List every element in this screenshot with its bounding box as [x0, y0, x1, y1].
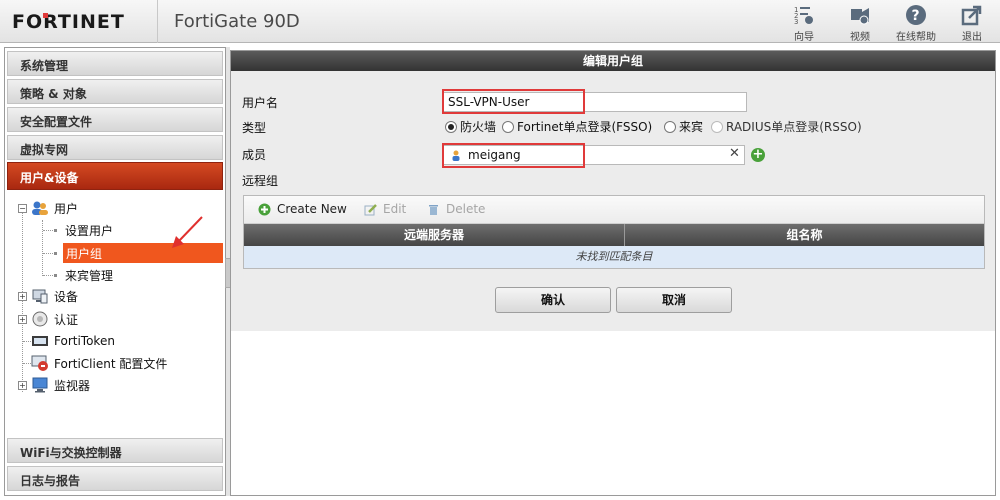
help-icon: ?	[906, 5, 926, 25]
expand-monitor-toggle[interactable]: +	[18, 381, 27, 390]
add-member-icon[interactable]: +	[751, 148, 765, 162]
users-icon	[32, 201, 48, 215]
type-firewall-radio[interactable]: 防火墙	[445, 118, 496, 135]
remote-groups-table: Create New Edit Delete 远端服务器 组名称 未找到匹配条目	[243, 195, 985, 269]
tree-user-definition-label: 设置用户	[65, 223, 114, 238]
tree-monitor-label: 监视器	[54, 378, 91, 393]
cancel-button[interactable]: 取消	[616, 287, 732, 313]
highlight-box-member	[442, 143, 585, 168]
empty-row: 未找到匹配条目	[244, 246, 984, 268]
nav-vpn[interactable]: 虚拟专网	[7, 135, 223, 160]
members-label: 成员	[242, 148, 267, 162]
nav-log-report[interactable]: 日志与报告	[7, 466, 223, 491]
device-model: FortiGate 90D	[174, 11, 300, 32]
expand-auth-toggle[interactable]: +	[18, 315, 27, 324]
tree-forticlient-profile[interactable]: FortiClient 配置文件	[31, 353, 167, 373]
create-new-button[interactable]: Create New	[258, 202, 347, 216]
plus-circle-icon	[258, 203, 271, 215]
create-new-label: Create New	[277, 202, 347, 216]
radio-indicator	[502, 120, 514, 133]
tree-guest-management[interactable]: 来宾管理	[65, 265, 113, 285]
tree-authentication[interactable]: 认证	[31, 309, 78, 329]
nav-system-admin[interactable]: 系统管理	[7, 51, 223, 76]
device-icon	[32, 289, 48, 304]
type-guest-label: 来宾	[679, 120, 704, 134]
type-rsso-label: RADIUS单点登录(RSSO)	[726, 120, 862, 134]
fortitoken-icon	[32, 336, 48, 346]
highlight-box-name	[442, 89, 585, 114]
nav-security-profiles[interactable]: 安全配置文件	[7, 107, 223, 132]
tree-fortitoken[interactable]: FortiToken	[31, 331, 115, 351]
type-firewall-label: 防火墙	[460, 120, 497, 134]
type-label: 类型	[242, 121, 267, 135]
delete-label: Delete	[446, 202, 486, 216]
nav-wifi-switch[interactable]: WiFi与交换控制器	[7, 438, 223, 463]
tree-forticlient-profile-label: FortiClient 配置文件	[54, 356, 168, 371]
table-header: 远端服务器 组名称	[244, 224, 984, 246]
tree-user[interactable]: 用户	[31, 198, 78, 218]
wizard-button[interactable]: 1 2 3 向导	[779, 4, 829, 43]
fortinet-logo: FORTINET	[12, 11, 125, 32]
panel-title: 编辑用户组	[231, 51, 995, 71]
tree-fortitoken-label: FortiToken	[54, 334, 115, 348]
forticlient-icon	[31, 355, 48, 371]
tree-user-definition[interactable]: 设置用户	[65, 220, 113, 240]
header-divider	[157, 0, 158, 43]
radio-indicator	[711, 120, 723, 133]
delete-button[interactable]: Delete	[427, 202, 485, 216]
nav-policy-objects[interactable]: 策略 & 对象	[7, 79, 223, 104]
radio-indicator	[664, 120, 676, 133]
wizard-icon: 1 2 3	[794, 6, 813, 26]
expand-device-toggle[interactable]: +	[18, 292, 27, 301]
video-button[interactable]: 视频	[835, 4, 885, 43]
type-fsso-radio[interactable]: Fortinet单点登录(FSSO)	[502, 118, 652, 135]
edit-button[interactable]: Edit	[364, 202, 406, 216]
column-remote-server[interactable]: 远端服务器	[244, 224, 625, 246]
edit-label: Edit	[383, 202, 407, 216]
tree-device-label: 设备	[54, 289, 79, 304]
trash-icon	[429, 204, 438, 215]
logout-icon	[961, 5, 982, 26]
tree-user-group-label: 用户组	[66, 246, 103, 261]
tree-user-label: 用户	[54, 201, 79, 216]
svg-text:3: 3	[794, 18, 798, 26]
remove-member-icon[interactable]: ✕	[729, 146, 740, 161]
monitor-icon	[32, 377, 48, 393]
pencil-icon	[364, 203, 377, 215]
edit-user-group-panel: 编辑用户组 用户名 SSL-VPN-User 类型 防火墙 Fortinet单点…	[230, 50, 996, 496]
tree-guest-management-label: 来宾管理	[65, 268, 114, 283]
remote-groups-label: 远程组	[242, 174, 279, 188]
type-rsso-radio[interactable]: RADIUS单点登录(RSSO)	[711, 118, 862, 135]
ok-button[interactable]: 确认	[495, 287, 611, 313]
group-name-label: 用户名	[242, 96, 279, 110]
annotation-arrow	[172, 216, 203, 248]
form-area: 用户名 SSL-VPN-User 类型 防火墙 Fortinet单点登录(FSS…	[231, 71, 995, 331]
column-group-name[interactable]: 组名称	[625, 224, 984, 246]
top-header: FORTINET FortiGate 90D 1 2 3 向导 视频 ? 在线帮…	[0, 0, 1000, 43]
expand-user-toggle[interactable]: −	[18, 204, 27, 213]
svg-text:?: ?	[912, 8, 920, 24]
svg-text:FORTINET: FORTINET	[12, 11, 125, 32]
video-icon	[851, 8, 869, 25]
tree-device[interactable]: 设备	[31, 286, 78, 306]
tree-monitor[interactable]: 监视器	[31, 375, 90, 395]
table-toolbar: Create New Edit Delete	[244, 196, 984, 224]
sidebar: 系统管理 策略 & 对象 安全配置文件 虚拟专网 用户&设备 − 用户 设置用户…	[4, 47, 226, 496]
logout-button[interactable]: 退出	[947, 4, 997, 43]
tree-authentication-label: 认证	[54, 312, 79, 327]
nav-user-device[interactable]: 用户&设备	[7, 162, 223, 190]
radio-selected-indicator	[445, 120, 457, 133]
type-fsso-label: Fortinet单点登录(FSSO)	[517, 120, 653, 134]
authentication-icon	[32, 311, 48, 327]
type-guest-radio[interactable]: 来宾	[664, 118, 703, 135]
online-help-button[interactable]: ? 在线帮助	[891, 4, 941, 43]
